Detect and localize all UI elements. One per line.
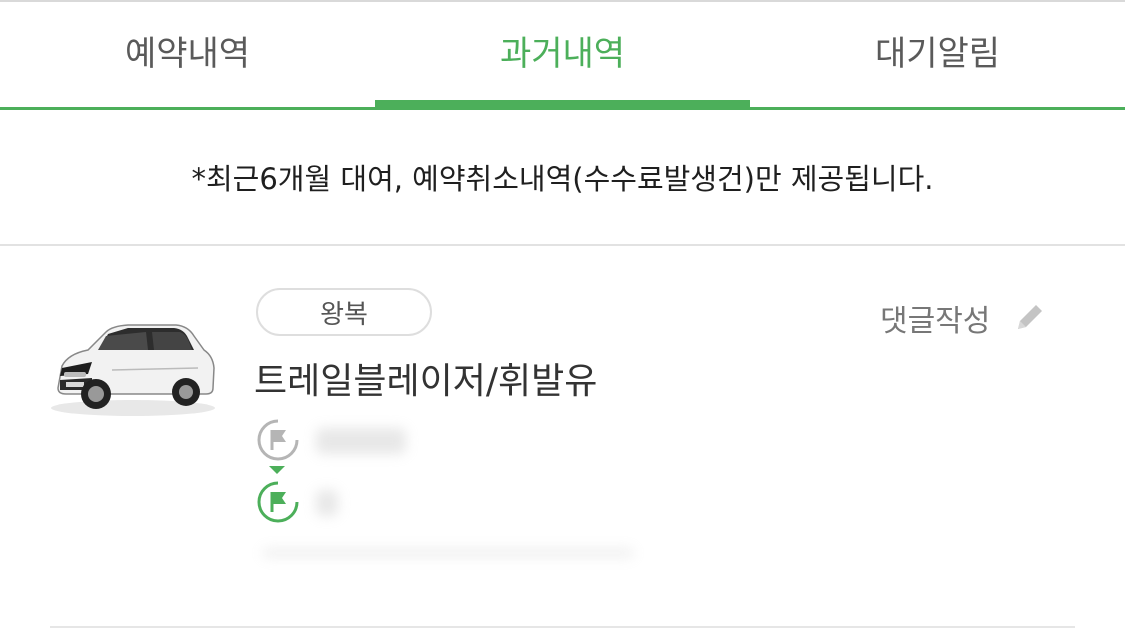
tab-reservations[interactable]: 예약내역	[0, 0, 375, 107]
tab-label: 예약내역	[124, 34, 251, 74]
history-item[interactable]: 왕복 트레일블레이저/휘발유 댓글작성	[0, 248, 1125, 628]
pencil-icon	[1018, 305, 1043, 329]
car-image	[51, 324, 215, 416]
route-arrow-icon	[269, 466, 285, 474]
trip-type-label: 왕복	[320, 299, 368, 330]
notice-text: *최근6개월 대여, 예약취소내역(수수료발생건)만 제공됩니다.	[191, 162, 934, 196]
end-location-redacted	[316, 490, 338, 516]
tab-label: 대기알림	[874, 34, 1001, 74]
tab-bar: 예약내역 과거내역 대기알림	[0, 0, 1125, 110]
rental-period-redacted	[262, 548, 634, 558]
tab-history[interactable]: 과거내역	[375, 0, 750, 110]
write-comment-label: 댓글작성	[880, 304, 991, 339]
write-comment-button[interactable]: 댓글작성	[880, 296, 1048, 340]
end-flag-icon	[257, 481, 299, 523]
trip-type-badge: 왕복	[256, 288, 432, 336]
car-model-name: 트레일블레이저/휘발유	[254, 361, 598, 402]
history-notice: *최근6개월 대여, 예약취소내역(수수료발생건)만 제공됩니다.	[0, 110, 1125, 246]
start-flag-icon	[257, 419, 299, 461]
tab-label: 과거내역	[499, 34, 626, 74]
tab-waitlist[interactable]: 대기알림	[750, 0, 1125, 107]
start-location-redacted	[316, 428, 406, 454]
